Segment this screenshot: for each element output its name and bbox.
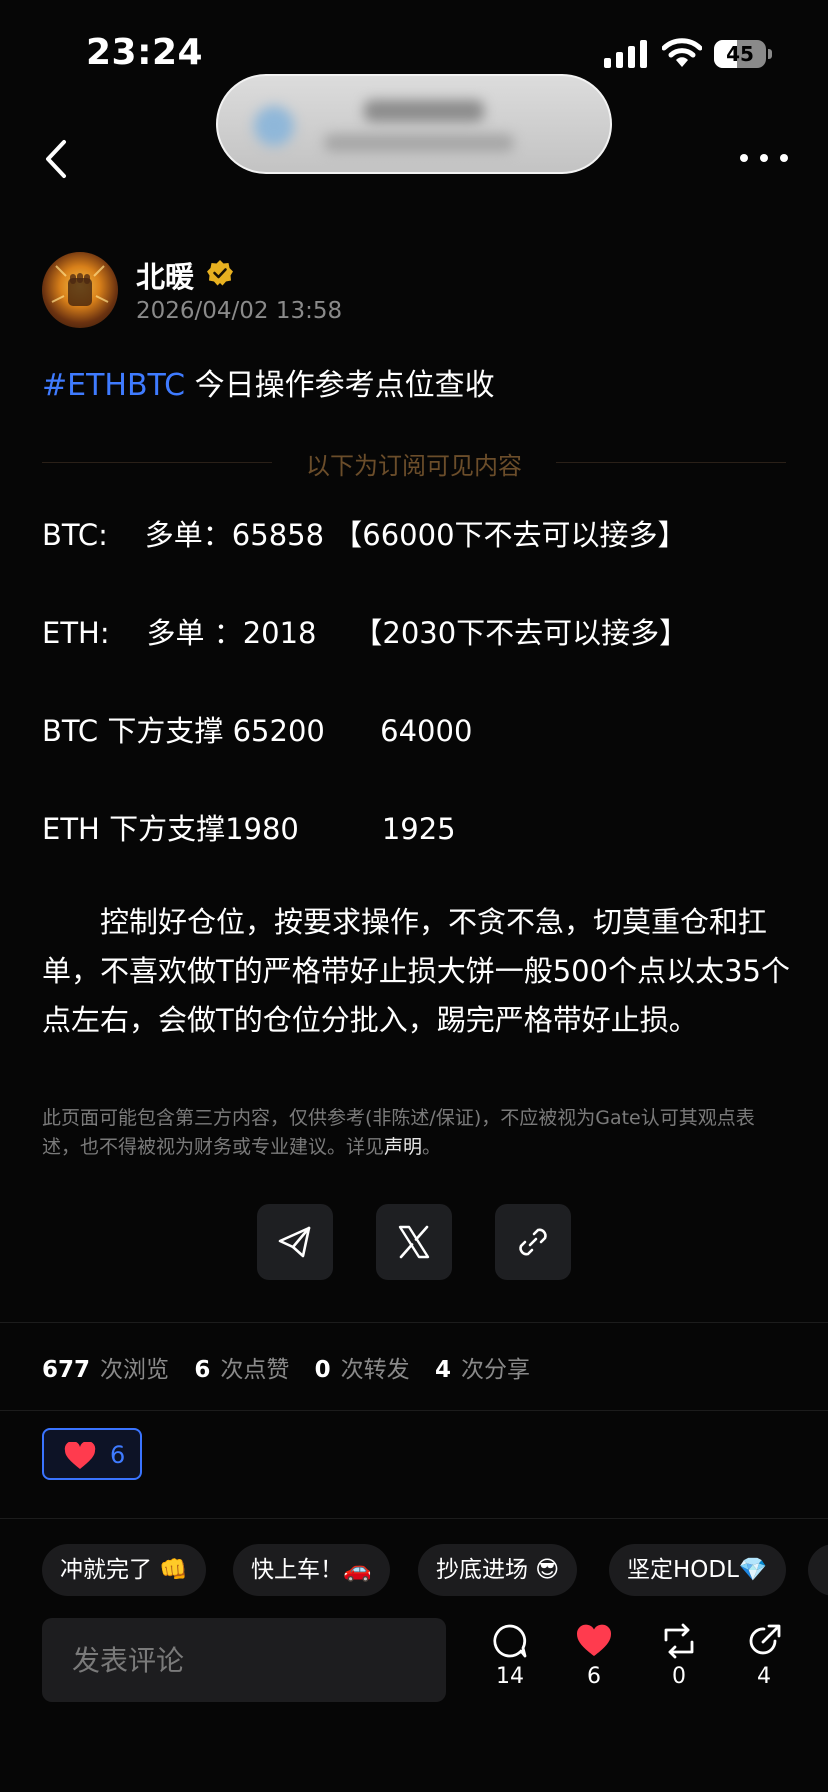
comment-button[interactable]: 14: [475, 1622, 545, 1702]
like-button[interactable]: 6: [559, 1622, 629, 1702]
quick-reaction-chip[interactable]: 坚定HODL💎: [609, 1544, 786, 1596]
share-count: 4: [757, 1664, 771, 1689]
share-icon: [749, 1624, 781, 1655]
reposts-count: 0: [314, 1357, 331, 1383]
divider: [0, 1322, 828, 1323]
content-line-btc-long: BTC: 多单：65858 【66000下不去可以接多】: [42, 518, 687, 552]
content-line-eth-support: ETH 下方支撑1980 1925: [42, 812, 456, 846]
avatar[interactable]: [42, 252, 118, 328]
heart-icon: [64, 1442, 96, 1469]
reposts-label: 次转发: [340, 1357, 410, 1383]
battery-level: 45: [726, 42, 754, 66]
disclaimer-end: 。: [422, 1136, 442, 1158]
content-line-btc-support: BTC 下方支撑 65200 64000: [42, 714, 473, 748]
like-chip-count: 6: [110, 1441, 126, 1469]
disclaimer: 此页面可能包含第三方内容，仅供参考(非陈述/保证)，不应被视为Gate认可其观点…: [42, 1104, 782, 1162]
quick-reactions: 冲就完了 👊 快上车！🚗 抄底进场 😎 坚定HODL💎: [42, 1544, 828, 1598]
post-title: #ETHBTC 今日操作参考点位查收: [42, 360, 495, 404]
disclaimer-link[interactable]: 声明: [384, 1136, 422, 1158]
likes-count: 6: [194, 1357, 211, 1383]
notification-app-icon: [254, 106, 294, 146]
comment-icon: [493, 1624, 527, 1658]
verified-icon: [207, 260, 233, 286]
link-icon: [519, 1228, 547, 1256]
subscriber-content-label: 以下为订阅可见内容: [306, 452, 522, 480]
comment-count: 14: [496, 1664, 524, 1689]
signal-icon: [604, 40, 647, 68]
author-name[interactable]: 北暖: [136, 254, 194, 296]
wifi-icon: [662, 38, 702, 67]
telegram-icon: [278, 1226, 311, 1258]
share-telegram-button[interactable]: [257, 1204, 333, 1280]
likes-label: 次点赞: [220, 1357, 290, 1383]
share-button[interactable]: 4: [729, 1622, 799, 1702]
content-paragraph: 控制好仓位，按要求操作，不贪不急，切莫重仓和扛单，不喜欢做T的严格带好止损大饼一…: [42, 905, 790, 1037]
quick-reaction-chip-partial[interactable]: [808, 1544, 828, 1596]
views-count: 677: [42, 1357, 91, 1383]
content-line-eth-long: ETH: 多单 ：2018 【2030下不去可以接多】: [42, 616, 689, 650]
quick-reaction-chip[interactable]: 快上车！🚗: [233, 1544, 390, 1596]
repost-button[interactable]: 0: [644, 1622, 714, 1702]
quick-reaction-chip[interactable]: 冲就完了 👊: [42, 1544, 206, 1596]
x-icon: [398, 1225, 430, 1259]
status-time: 23:24: [86, 32, 204, 73]
shares-label: 次分享: [461, 1357, 530, 1383]
share-link-button[interactable]: [495, 1204, 571, 1280]
battery-icon: 45: [714, 40, 772, 68]
divider: [0, 1410, 828, 1411]
post-title-text: 今日操作参考点位查收: [185, 368, 495, 403]
comment-input[interactable]: [42, 1618, 446, 1702]
shares-count: 4: [434, 1357, 451, 1383]
more-icon[interactable]: [736, 140, 792, 176]
quick-reaction-chip[interactable]: 抄底进场 😎: [418, 1544, 578, 1596]
fist-icon: [51, 265, 109, 306]
repost-icon: [664, 1623, 694, 1659]
divider: [0, 1518, 828, 1519]
hashtag-link[interactable]: #ETHBTC: [42, 368, 185, 403]
notification-banner[interactable]: [216, 74, 612, 174]
like-reaction-chip[interactable]: 6: [42, 1428, 142, 1480]
repost-count: 0: [672, 1664, 686, 1689]
share-x-button[interactable]: [376, 1204, 452, 1280]
post-stats: 677 次浏览 6 次点赞 0 次转发 4 次分享: [42, 1350, 548, 1384]
views-label: 次浏览: [100, 1357, 170, 1383]
like-count: 6: [587, 1664, 601, 1689]
post-timestamp: 2026/04/02 13:58: [136, 298, 343, 324]
back-arrow-icon[interactable]: [36, 134, 80, 184]
heart-icon: [576, 1624, 612, 1656]
